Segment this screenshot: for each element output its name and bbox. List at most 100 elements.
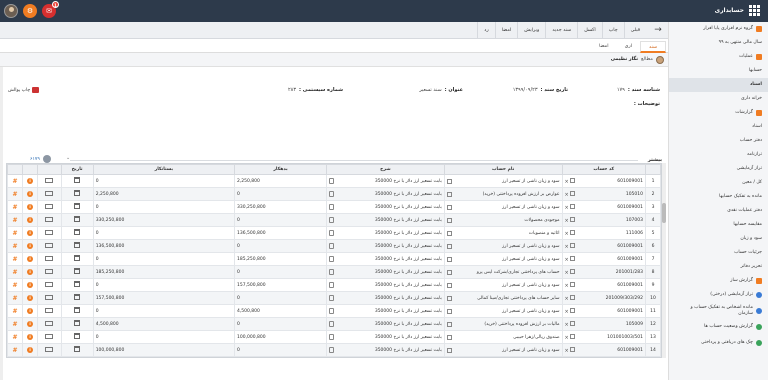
- sidebar-item[interactable]: مقایسه حسابها: [669, 218, 768, 232]
- back-arrow-icon[interactable]: →: [652, 24, 664, 36]
- clear-icon[interactable]: ×: [565, 192, 569, 198]
- clear-icon[interactable]: ×: [565, 179, 569, 185]
- settings-gear-icon[interactable]: ⚙: [23, 4, 37, 18]
- sidebar-item[interactable]: سال مالی منتهی به ۹۹: [669, 36, 768, 50]
- info-cell[interactable]: i: [22, 239, 39, 253]
- sidebar-item[interactable]: جزئیات حساب: [669, 246, 768, 260]
- date-cell[interactable]: [60, 265, 94, 279]
- calendar-icon[interactable]: [74, 242, 81, 248]
- calendar-icon[interactable]: [74, 268, 81, 274]
- debit-cell[interactable]: 0: [233, 317, 328, 331]
- hash-icon[interactable]: #: [13, 347, 18, 354]
- account-name-cell[interactable]: مالیات بر ارزش افزوده پرداختنی (خرید): [443, 317, 563, 331]
- info-icon[interactable]: i: [27, 243, 34, 249]
- debit-cell[interactable]: 330,250,800: [233, 200, 328, 214]
- table-row[interactable]: 6 601009001 × سود و زیان ناشی از تسعیر ارز…: [7, 239, 661, 253]
- info-cell[interactable]: i: [22, 226, 39, 240]
- info-icon[interactable]: i: [27, 230, 34, 236]
- hash-icon[interactable]: #: [13, 243, 18, 250]
- date-cell[interactable]: [60, 174, 94, 188]
- lookup-icon[interactable]: [570, 216, 576, 222]
- account-name-cell[interactable]: سود و زیان ناشی از تسعیر ارز: [443, 343, 563, 357]
- lookup-icon[interactable]: [446, 269, 452, 275]
- clear-icon[interactable]: ×: [565, 270, 569, 276]
- hash-cell[interactable]: #: [7, 226, 24, 240]
- calendar-icon[interactable]: [74, 281, 81, 287]
- lookup-icon[interactable]: [570, 307, 576, 313]
- info-icon[interactable]: i: [27, 217, 34, 223]
- calendar-icon[interactable]: [74, 177, 81, 183]
- scroll-thumb[interactable]: [662, 203, 666, 223]
- info-icon[interactable]: i: [27, 204, 34, 210]
- sidebar-item[interactable]: سود و زیان: [669, 232, 768, 246]
- sidebar-item[interactable]: مانده اشخاص به تفکیک حساب و سازمان: [669, 302, 768, 320]
- lookup-icon[interactable]: [570, 320, 576, 326]
- lookup-icon[interactable]: [570, 268, 576, 274]
- card-cell[interactable]: [37, 330, 62, 344]
- card-icon[interactable]: [45, 281, 54, 287]
- description-cell[interactable]: بابت تسعیر ارز دلار با نرخ 350000: [326, 330, 445, 344]
- date-cell[interactable]: [60, 343, 94, 357]
- lookup-icon[interactable]: [570, 255, 576, 261]
- calendar-icon[interactable]: [74, 333, 81, 339]
- column-header[interactable]: شرح: [326, 164, 445, 175]
- sidebar-item[interactable]: دفتر عملیات نقدی: [669, 204, 768, 218]
- calendar-icon[interactable]: [74, 229, 81, 235]
- hash-icon[interactable]: #: [13, 256, 18, 263]
- sidebar-item[interactable]: اسناد: [669, 78, 768, 92]
- description-cell[interactable]: بابت تسعیر ارز دلار با نرخ 350000: [326, 252, 445, 266]
- document-icon[interactable]: [329, 295, 335, 301]
- date-cell[interactable]: [60, 304, 94, 318]
- info-icon[interactable]: i: [27, 282, 34, 288]
- document-icon[interactable]: [329, 308, 335, 314]
- card-icon[interactable]: [45, 177, 54, 183]
- table-row[interactable]: 3 601009001 × سود و زیان ناشی از تسعیر ارز…: [7, 200, 661, 214]
- lookup-icon[interactable]: [570, 346, 576, 352]
- description-cell[interactable]: بابت تسعیر ارز دلار با نرخ 350000: [326, 291, 445, 305]
- document-icon[interactable]: [329, 256, 335, 262]
- account-code-cell[interactable]: 107003 ×: [561, 213, 647, 227]
- sidebar-item[interactable]: گزارش وضعیت حساب ها: [669, 320, 768, 334]
- description-cell[interactable]: بابت تسعیر ارز دلار با نرخ 350000: [326, 200, 445, 214]
- date-cell[interactable]: [60, 317, 94, 331]
- info-cell[interactable]: i: [22, 200, 39, 214]
- date-cell[interactable]: [60, 330, 94, 344]
- lookup-icon[interactable]: [446, 334, 452, 340]
- toolbar-button[interactable]: قبلی: [623, 21, 646, 39]
- tab[interactable]: سند: [640, 41, 666, 53]
- debit-cell[interactable]: 2,250,800: [233, 174, 328, 188]
- table-row[interactable]: 13 101001003/501 × صندوق ریالی/زهرا حبیبی ب…: [7, 330, 661, 344]
- lookup-icon[interactable]: [446, 191, 452, 197]
- toolbar-button[interactable]: امضا: [494, 21, 518, 39]
- clear-icon[interactable]: ×: [565, 283, 569, 289]
- column-header[interactable]: نام حساب: [443, 164, 563, 175]
- lookup-icon[interactable]: [570, 203, 576, 209]
- column-header[interactable]: تاریخ: [60, 164, 94, 175]
- document-icon[interactable]: [329, 217, 335, 223]
- card-icon[interactable]: [45, 320, 54, 326]
- credit-cell[interactable]: 136,500,800: [92, 239, 235, 253]
- clear-icon[interactable]: ×: [565, 218, 569, 224]
- description-cell[interactable]: بابت تسعیر ارز دلار با نرخ 350000: [326, 213, 445, 227]
- hash-icon[interactable]: #: [13, 282, 18, 289]
- credit-cell[interactable]: 2,250,800: [92, 187, 235, 201]
- lookup-icon[interactable]: [446, 308, 452, 314]
- info-cell[interactable]: i: [22, 278, 39, 292]
- toolbar-button[interactable]: رد: [477, 21, 494, 39]
- apps-grid-icon[interactable]: [749, 5, 760, 16]
- column-header[interactable]: [645, 164, 661, 175]
- card-cell[interactable]: [37, 304, 62, 318]
- debit-cell[interactable]: 0: [233, 213, 328, 227]
- user-avatar[interactable]: [4, 4, 18, 18]
- document-icon[interactable]: [329, 230, 335, 236]
- column-header[interactable]: [22, 164, 39, 175]
- debit-cell[interactable]: 0: [233, 265, 328, 279]
- debit-cell[interactable]: 157,500,800: [233, 278, 328, 292]
- debit-cell[interactable]: 0: [233, 291, 328, 305]
- lookup-icon[interactable]: [446, 282, 452, 288]
- lookup-icon[interactable]: [446, 321, 452, 327]
- table-row[interactable]: 8 201001/283 × حساب های پرداختنی تجاری/شرک…: [7, 265, 661, 279]
- sidebar-item[interactable]: کل / معین: [669, 176, 768, 190]
- calendar-icon[interactable]: [74, 346, 81, 352]
- card-cell[interactable]: [37, 278, 62, 292]
